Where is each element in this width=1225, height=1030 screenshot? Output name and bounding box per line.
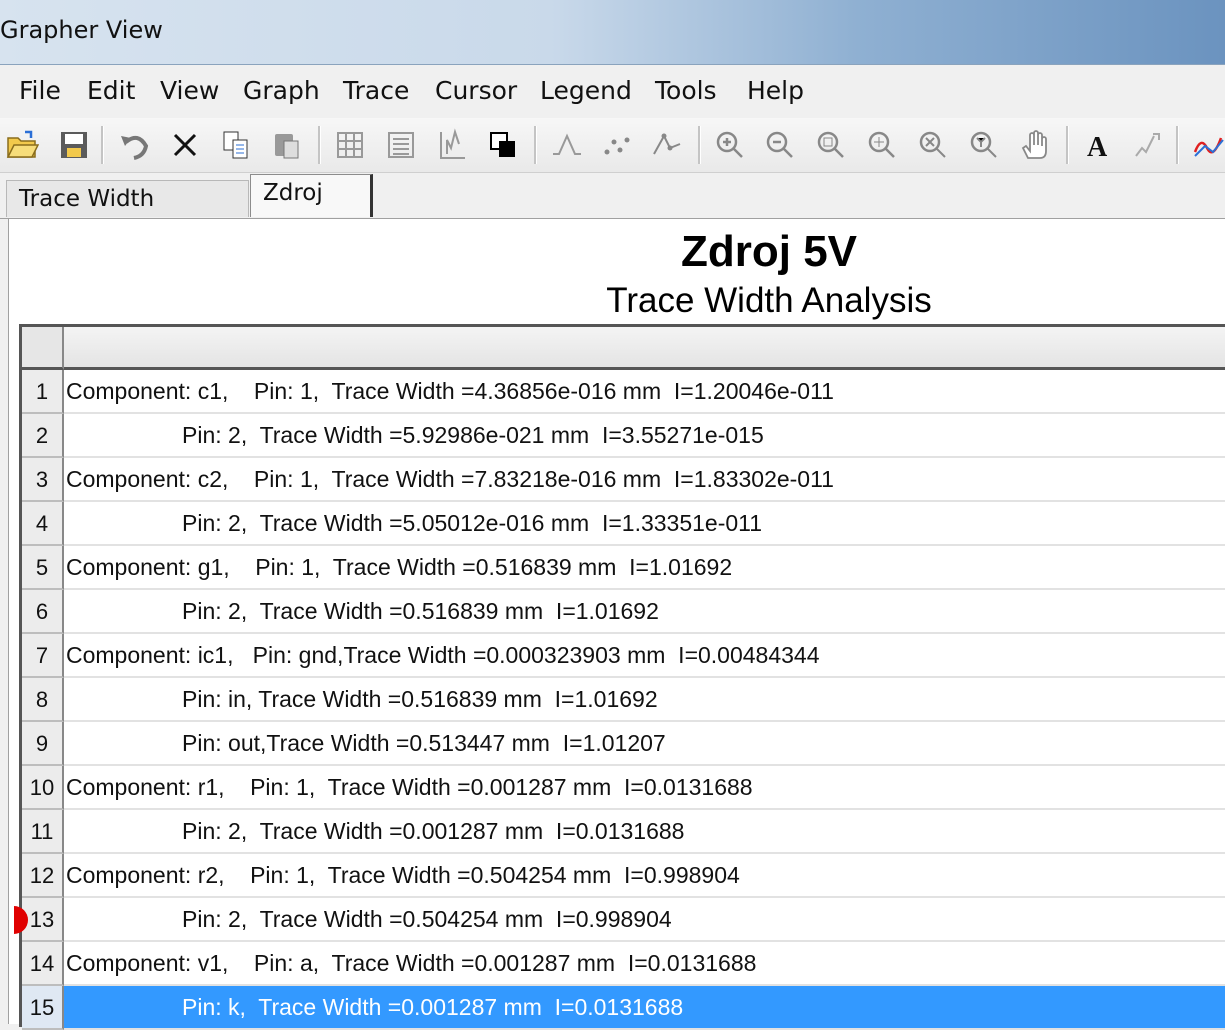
- menu-edit[interactable]: Edit: [87, 76, 135, 105]
- grid-corner-header[interactable]: [22, 327, 64, 370]
- row-number[interactable]: 1: [22, 370, 64, 414]
- zoom-in-icon[interactable]: [710, 124, 750, 166]
- row-number[interactable]: 9: [22, 722, 64, 766]
- table-row[interactable]: 13 Pin: 2, Trace Width =0.504254 mm I=0.9…: [14, 898, 1225, 942]
- menu-view[interactable]: View: [160, 76, 219, 105]
- row-number[interactable]: 7: [22, 634, 64, 678]
- open-icon[interactable]: [2, 124, 42, 166]
- document-title: Zdroj 5V: [680, 227, 858, 276]
- row-cell[interactable]: Component: ic1, Pin: gnd,Trace Width =0.…: [64, 634, 1225, 678]
- trace-line-icon[interactable]: [647, 124, 687, 166]
- toolbar-separator: [1066, 126, 1069, 164]
- table-row[interactable]: 11 Pin: 2, Trace Width =0.001287 mm I=0.0…: [22, 810, 1225, 854]
- toolbar-separator: [1176, 126, 1179, 164]
- toolbar-separator: [101, 126, 104, 164]
- tab-trace-width-analysis[interactable]: Trace Width Analysis: [6, 180, 249, 248]
- row-number[interactable]: 15: [22, 986, 64, 1030]
- row-cell[interactable]: Component: r1, Pin: 1, Trace Width =0.00…: [64, 766, 1225, 810]
- document-subtitle: Trace Width Analysis: [606, 281, 932, 320]
- graph-trace-icon[interactable]: [1188, 124, 1225, 166]
- row-cell[interactable]: Pin: 2, Trace Width =5.05012e-016 mm I=1…: [64, 502, 1225, 546]
- overlay-icon[interactable]: [483, 124, 523, 166]
- scatter-icon[interactable]: [597, 124, 637, 166]
- table-row[interactable]: 5 Component: g1, Pin: 1, Trace Width =0.5…: [22, 546, 1225, 590]
- tab-zdroj-5v[interactable]: Zdroj 5V: [250, 174, 373, 242]
- save-icon[interactable]: [54, 124, 94, 166]
- row-number[interactable]: 13: [22, 898, 64, 942]
- table-row[interactable]: 1 Component: c1, Pin: 1, Trace Width =4.3…: [22, 370, 1225, 414]
- table-row[interactable]: 10 Component: r1, Pin: 1, Trace Width =0.…: [22, 766, 1225, 810]
- menu-trace[interactable]: Trace: [343, 76, 409, 105]
- row-cell[interactable]: Component: c2, Pin: 1, Trace Width =7.83…: [64, 458, 1225, 502]
- grid-icon[interactable]: [330, 124, 370, 166]
- row-number[interactable]: 10: [22, 766, 64, 810]
- row-number[interactable]: 3: [22, 458, 64, 502]
- window-title: Grapher View: [0, 16, 163, 44]
- row-number[interactable]: 2: [22, 414, 64, 458]
- undo-icon[interactable]: [115, 124, 155, 166]
- row-number[interactable]: 11: [22, 810, 64, 854]
- zoom-y-icon[interactable]: [964, 124, 1004, 166]
- tab-strip: Trace Width Analysis Zdroj 5V: [0, 172, 1225, 248]
- row-number[interactable]: 4: [22, 502, 64, 546]
- row-cell[interactable]: Component: g1, Pin: 1, Trace Width =0.51…: [64, 546, 1225, 590]
- table-row[interactable]: 15 Pin: k, Trace Width =0.001287 mm I=0.0…: [22, 986, 1225, 1030]
- axis-icon[interactable]: [432, 124, 472, 166]
- toolbar-separator: [534, 126, 537, 164]
- marker-icon[interactable]: [1128, 124, 1168, 166]
- menu-legend[interactable]: Legend: [540, 76, 632, 105]
- row-number[interactable]: 5: [22, 546, 64, 590]
- table-row[interactable]: 6 Pin: 2, Trace Width =0.516839 mm I=1.01…: [22, 590, 1225, 634]
- row-cell[interactable]: Pin: 2, Trace Width =0.001287 mm I=0.013…: [64, 810, 1225, 854]
- toolbar-separator: [318, 126, 321, 164]
- svg-text:A: A: [1087, 132, 1108, 162]
- zoom-fit-icon[interactable]: [811, 124, 851, 166]
- row-number[interactable]: 14: [22, 942, 64, 986]
- list-icon[interactable]: [381, 124, 421, 166]
- delete-icon[interactable]: [165, 124, 205, 166]
- copy-icon[interactable]: [216, 124, 256, 166]
- row-cell[interactable]: Pin: 2, Trace Width =0.504254 mm I=0.998…: [64, 898, 1225, 942]
- document-view: Zdroj 5V Trace Width Analysis 1 Component…: [8, 219, 1225, 1030]
- menu-help[interactable]: Help: [747, 76, 804, 105]
- row-cell[interactable]: Component: v1, Pin: a, Trace Width =0.00…: [64, 942, 1225, 986]
- table-row[interactable]: 14 Component: v1, Pin: a, Trace Width =0.…: [22, 942, 1225, 986]
- row-cell[interactable]: Pin: 2, Trace Width =5.92986e-021 mm I=3…: [64, 414, 1225, 458]
- table-row[interactable]: 2 Pin: 2, Trace Width =5.92986e-021 mm I=…: [22, 414, 1225, 458]
- menu-bar: File Edit View Graph Trace Cursor Legend…: [0, 66, 1225, 118]
- grid-column-header[interactable]: [64, 327, 1225, 370]
- toolbar: A: [0, 118, 1225, 173]
- zoom-x-icon[interactable]: [913, 124, 953, 166]
- peak-icon[interactable]: [547, 124, 587, 166]
- pan-hand-icon[interactable]: [1015, 124, 1055, 166]
- row-number[interactable]: 12: [22, 854, 64, 898]
- window-title-bar: Grapher View: [0, 0, 1225, 65]
- toolbar-separator: [698, 126, 701, 164]
- row-number[interactable]: 8: [22, 678, 64, 722]
- paste-icon[interactable]: [267, 124, 307, 166]
- row-cell[interactable]: Pin: 2, Trace Width =0.516839 mm I=1.016…: [64, 590, 1225, 634]
- table-row[interactable]: 3 Component: c2, Pin: 1, Trace Width =7.8…: [22, 458, 1225, 502]
- table-row[interactable]: 8 Pin: in, Trace Width =0.516839 mm I=1.0…: [22, 678, 1225, 722]
- table-row[interactable]: 4 Pin: 2, Trace Width =5.05012e-016 mm I=…: [22, 502, 1225, 546]
- row-cell[interactable]: Pin: out,Trace Width =0.513447 mm I=1.01…: [64, 722, 1225, 766]
- zoom-area-icon[interactable]: [862, 124, 902, 166]
- menu-file[interactable]: File: [19, 76, 61, 105]
- results-grid: 1 Component: c1, Pin: 1, Trace Width =4.3…: [14, 324, 1225, 1030]
- table-row[interactable]: 9 Pin: out,Trace Width =0.513447 mm I=1.0…: [22, 722, 1225, 766]
- menu-tools[interactable]: Tools: [655, 76, 717, 105]
- table-row[interactable]: 7 Component: ic1, Pin: gnd,Trace Width =0…: [22, 634, 1225, 678]
- row-number[interactable]: 6: [22, 590, 64, 634]
- row-cell[interactable]: Pin: k, Trace Width =0.001287 mm I=0.013…: [64, 986, 1225, 1030]
- row-cell[interactable]: Component: c1, Pin: 1, Trace Width =4.36…: [64, 370, 1225, 414]
- zoom-out-icon[interactable]: [760, 124, 800, 166]
- menu-graph[interactable]: Graph: [243, 76, 320, 105]
- table-row[interactable]: 12 Component: r2, Pin: 1, Trace Width =0.…: [22, 854, 1225, 898]
- text-icon[interactable]: A: [1078, 124, 1118, 166]
- row-cell[interactable]: Component: r2, Pin: 1, Trace Width =0.50…: [64, 854, 1225, 898]
- menu-cursor[interactable]: Cursor: [435, 76, 517, 105]
- row-cell[interactable]: Pin: in, Trace Width =0.516839 mm I=1.01…: [64, 678, 1225, 722]
